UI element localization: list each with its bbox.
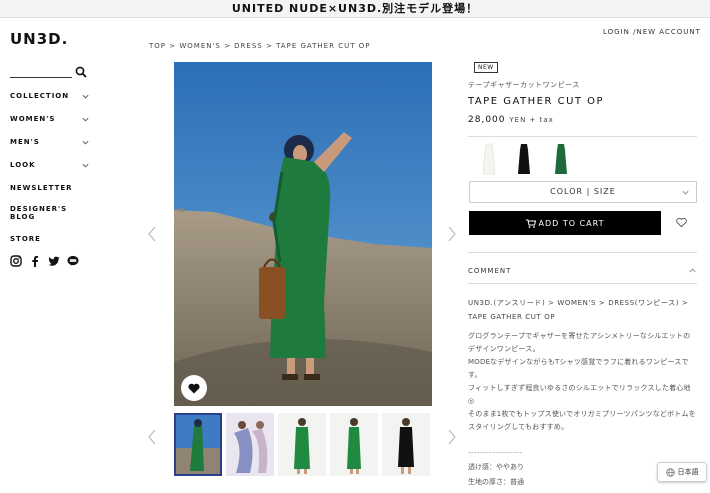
separator-dashes: ------------------ [468, 449, 523, 457]
chevron-right-icon[interactable] [447, 429, 457, 445]
product-description: グログランテープでギャザーを寄せたアシンメトリーなシルエットのデザインワンピース… [468, 332, 696, 431]
product-price: 28,000 YEN + tax [468, 115, 554, 125]
chevron-up-icon[interactable] [688, 266, 697, 275]
thumbnail-4[interactable] [330, 413, 378, 476]
account-links: LOGIN /NEW ACCOUNT [603, 28, 701, 36]
add-to-cart-button[interactable]: ADD TO CART [469, 211, 661, 235]
product-title: TAPE GATHER CUT OP [468, 96, 605, 107]
breadcrumb-top[interactable]: TOP [149, 42, 166, 50]
search-box[interactable] [10, 66, 88, 80]
chevron-down-icon[interactable] [81, 92, 90, 101]
chevron-down-icon [682, 190, 689, 195]
spec-sheerness: 透け感：ややあり [468, 463, 524, 471]
heart-outline-icon[interactable] [676, 217, 687, 228]
sidebar-item-womens[interactable]: WOMEN'S [10, 115, 90, 123]
facebook-icon[interactable] [29, 255, 41, 267]
product-name-jp: テープギャザーカットワンピース [468, 81, 580, 89]
thumbnail-2[interactable] [226, 413, 274, 476]
heart-icon [188, 383, 200, 393]
divider [468, 252, 697, 253]
site-logo[interactable]: UN3D. [10, 30, 68, 48]
breadcrumb-womens[interactable]: WOMEN'S [179, 42, 221, 50]
breadcrumb-dress[interactable]: DRESS [234, 42, 263, 50]
new-badge: NEW [474, 62, 498, 73]
category-path[interactable]: UN3D.(アンスリード) > WOMEN'S > DRESS(ワンピース) >… [468, 296, 697, 324]
favorite-button[interactable] [181, 375, 207, 401]
color-swatch-white[interactable] [482, 142, 496, 176]
breadcrumb: TOP > WOMEN'S > DRESS > TAPE GATHER CUT … [149, 42, 371, 50]
spec-thickness: 生地の厚さ：普通 [468, 478, 524, 486]
thumbnail-1[interactable] [174, 413, 222, 476]
divider [468, 283, 697, 284]
sidebar-item-store[interactable]: STORE [10, 235, 90, 243]
promo-banner[interactable]: UNITED NUDE×UN3D.別注モデル登場！ [0, 0, 710, 18]
breadcrumb-current: TAPE GATHER CUT OP [276, 42, 371, 50]
search-input[interactable] [10, 77, 72, 78]
product-main-image[interactable] [174, 62, 432, 406]
sidebar-item-newsletter[interactable]: NEWSLETTER [10, 184, 90, 192]
chevron-down-icon[interactable] [81, 161, 90, 170]
sidebar-item-mens[interactable]: MEN'S [10, 138, 90, 146]
new-account-link[interactable]: /NEW ACCOUNT [633, 28, 701, 36]
chevron-down-icon[interactable] [81, 138, 90, 147]
chevron-right-icon[interactable] [447, 226, 457, 242]
search-icon[interactable] [75, 66, 87, 78]
model-photo [174, 62, 432, 406]
login-link[interactable]: LOGIN [603, 28, 630, 36]
cart-icon [525, 219, 536, 228]
sidebar-nav: COLLECTION WOMEN'S MEN'S LOOK NEWSLETTER… [10, 92, 90, 256]
thumbnail-3[interactable] [278, 413, 326, 476]
divider [468, 136, 697, 137]
social-links [10, 255, 79, 267]
chevron-left-icon[interactable] [147, 226, 157, 242]
chevron-down-icon[interactable] [81, 115, 90, 124]
variant-select[interactable]: COLOR | SIZE [469, 181, 697, 203]
color-swatch-green[interactable] [554, 142, 568, 176]
instagram-icon[interactable] [10, 255, 22, 267]
twitter-icon[interactable] [48, 255, 60, 267]
language-switcher[interactable]: 日本語 [657, 462, 707, 482]
sidebar-item-look[interactable]: LOOK [10, 161, 90, 169]
sidebar-item-designers-blog[interactable]: DESIGNER'S BLOG [10, 205, 70, 221]
globe-icon [665, 467, 675, 477]
sidebar-item-collection[interactable]: COLLECTION [10, 92, 90, 100]
color-swatch-black[interactable] [517, 142, 531, 176]
comment-heading[interactable]: COMMENT [468, 267, 511, 275]
chevron-left-icon[interactable] [147, 429, 157, 445]
thumbnail-5[interactable] [382, 413, 430, 476]
line-icon[interactable] [67, 255, 79, 267]
thumbnail-strip [174, 413, 430, 476]
